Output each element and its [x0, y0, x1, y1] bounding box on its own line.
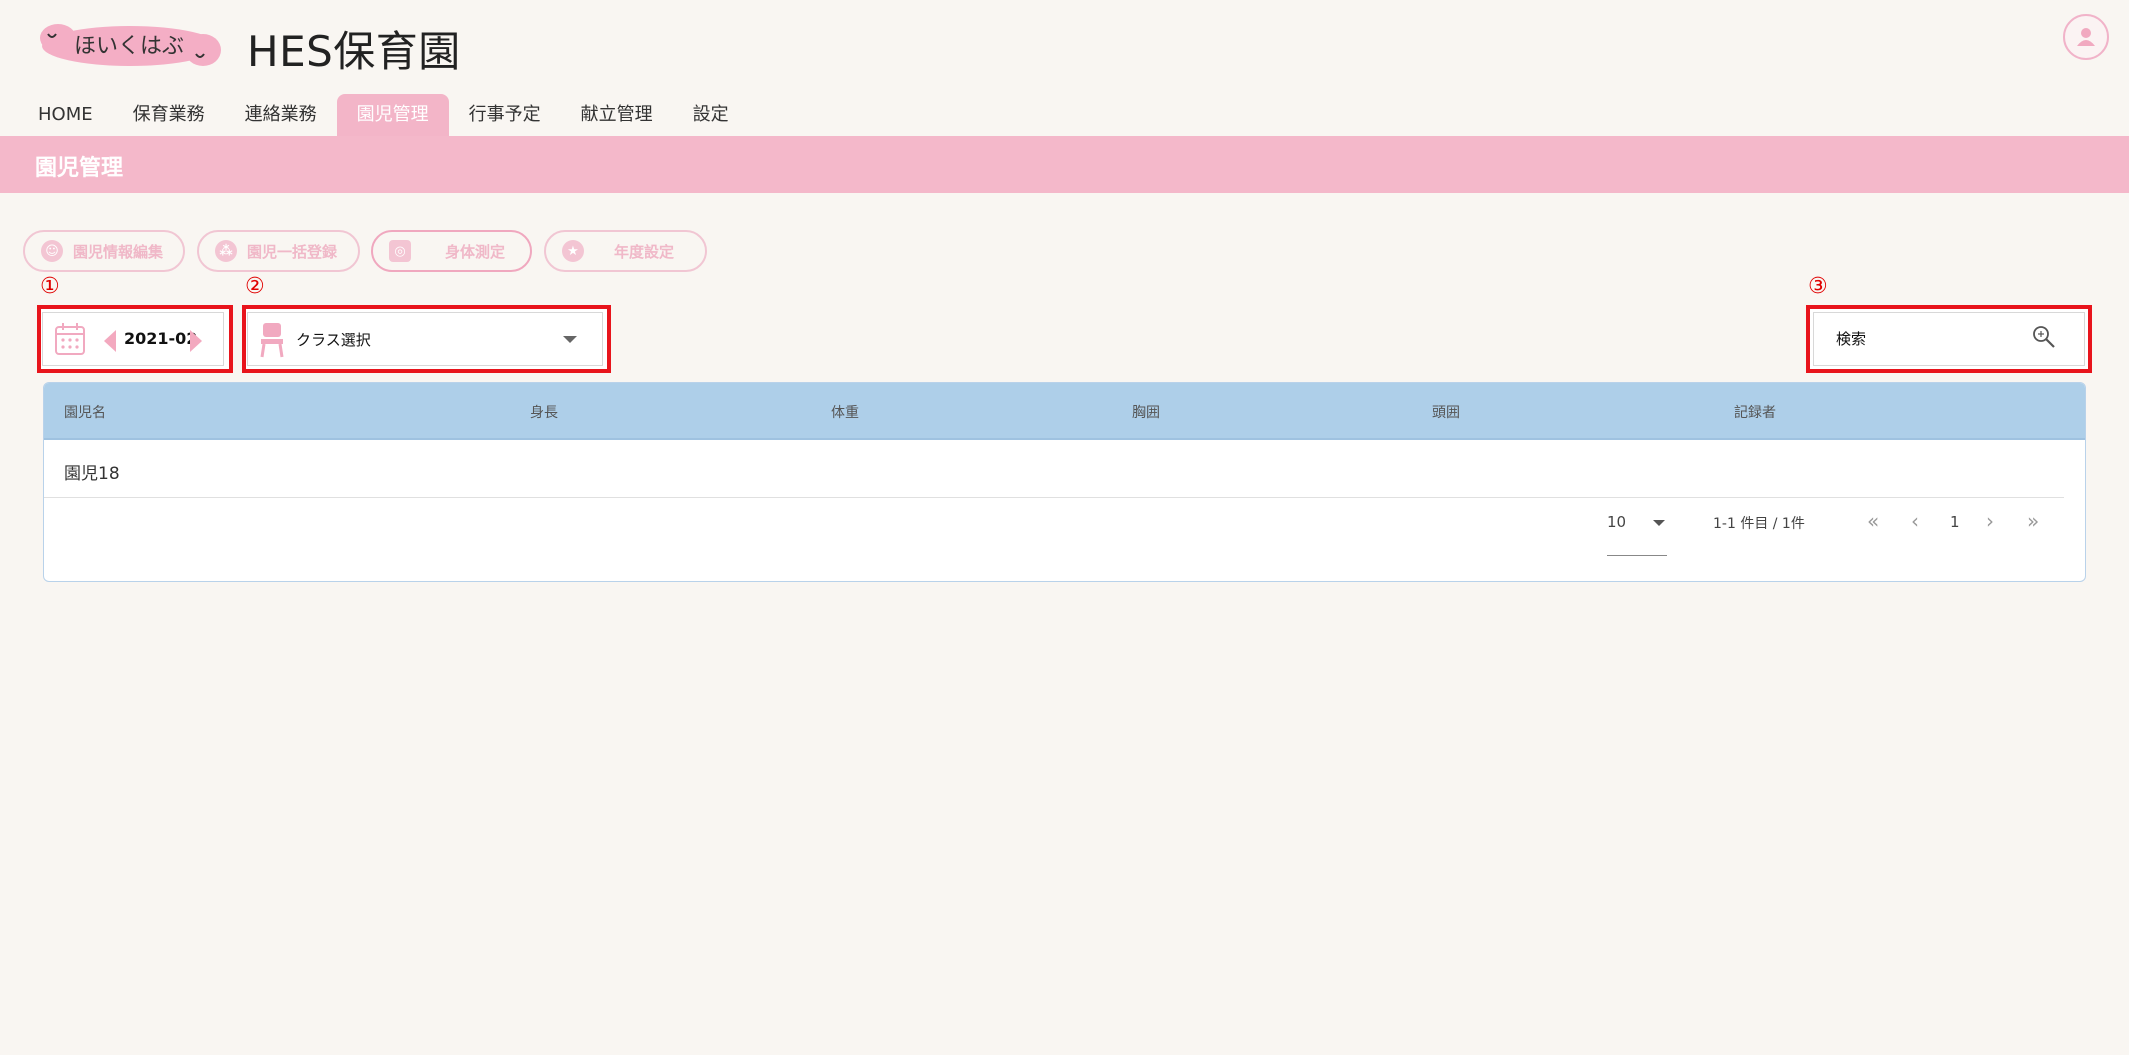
- header-weight[interactable]: 体重: [831, 402, 859, 422]
- next-page-icon[interactable]: ›: [1986, 509, 1994, 533]
- search-input[interactable]: [1836, 326, 2016, 352]
- marker-1: ①: [40, 274, 60, 299]
- bulk-register-button[interactable]: ⁂ 園児一括登録: [197, 230, 360, 272]
- tab-settings[interactable]: 設定: [673, 94, 749, 136]
- current-page: 1: [1950, 513, 1960, 531]
- group-icon: ⁂: [215, 240, 237, 262]
- logo: ほいくはぶ: [38, 22, 223, 70]
- prev-page-icon[interactable]: ‹: [1911, 509, 1919, 533]
- edit-child-info-button[interactable]: ☺ 園児情報編集: [23, 230, 185, 272]
- tab-child-management[interactable]: 園児管理: [336, 94, 449, 136]
- fiscal-year-setting-label: 年度設定: [614, 242, 675, 261]
- header-height[interactable]: 身長: [530, 402, 558, 422]
- rows-per-page-chevron-icon[interactable]: [1653, 520, 1665, 526]
- calendar-icon[interactable]: [54, 322, 86, 360]
- tab-events[interactable]: 行事予定: [449, 94, 561, 136]
- user-account-button[interactable]: [2063, 14, 2109, 60]
- next-month-icon[interactable]: [190, 330, 202, 352]
- header-head[interactable]: 頭囲: [1432, 402, 1460, 422]
- page-title-bar: [0, 136, 2129, 193]
- header-chest[interactable]: 胸囲: [1132, 402, 1160, 422]
- bulk-register-label: 園児一括登録: [247, 242, 338, 261]
- class-select-value: クラス選択: [296, 331, 371, 349]
- user-icon: [2077, 28, 2095, 46]
- table-row[interactable]: 園児18: [44, 440, 2064, 498]
- search-icon[interactable]: [2032, 325, 2056, 353]
- logo-text: ほいくはぶ: [74, 34, 185, 59]
- pagination-range: 1-1 件目 / 1件: [1713, 516, 1805, 532]
- last-page-icon[interactable]: »: [2027, 509, 2039, 533]
- first-page-icon[interactable]: «: [1867, 509, 1879, 533]
- marker-2: ②: [245, 274, 265, 299]
- selected-month: 2021-02: [124, 329, 198, 348]
- child-face-icon: ☺: [41, 240, 63, 262]
- marker-3: ③: [1808, 274, 1828, 299]
- header-child-name[interactable]: 園児名: [64, 402, 106, 422]
- rows-per-page-underline: [1607, 555, 1667, 556]
- prev-month-icon[interactable]: [104, 330, 116, 352]
- page-title: 園児管理: [35, 156, 124, 181]
- rows-per-page-select[interactable]: 10: [1607, 513, 1626, 531]
- tab-childcare-work[interactable]: 保育業務: [113, 94, 225, 136]
- star-icon: ★: [562, 240, 584, 262]
- edit-child-info-label: 園児情報編集: [73, 242, 164, 261]
- site-title: HES保育園: [247, 27, 461, 76]
- body-measurement-label: 身体測定: [445, 242, 506, 261]
- tab-menu-management[interactable]: 献立管理: [561, 94, 673, 136]
- measurement-table: 園児名 身長 体重 胸囲 頭囲 記録者 園児18 10 1-1 件目 / 1件 …: [43, 382, 2086, 582]
- main-nav: HOME 保育業務 連絡業務 園児管理 行事予定 献立管理 設定: [0, 94, 749, 136]
- chair-icon: [260, 322, 284, 362]
- fiscal-year-setting-button[interactable]: ★ 年度設定: [544, 230, 707, 272]
- chevron-down-icon[interactable]: [563, 336, 577, 343]
- measure-icon: ◎: [389, 240, 411, 262]
- tab-home[interactable]: HOME: [0, 94, 113, 136]
- table-header: 園児名 身長 体重 胸囲 頭囲 記録者: [44, 383, 2085, 440]
- cell-child-name: 園児18: [64, 464, 120, 484]
- tab-communication[interactable]: 連絡業務: [225, 94, 337, 136]
- header-recorder[interactable]: 記録者: [1734, 402, 1776, 422]
- body-measurement-button[interactable]: ◎ 身体測定: [371, 230, 532, 272]
